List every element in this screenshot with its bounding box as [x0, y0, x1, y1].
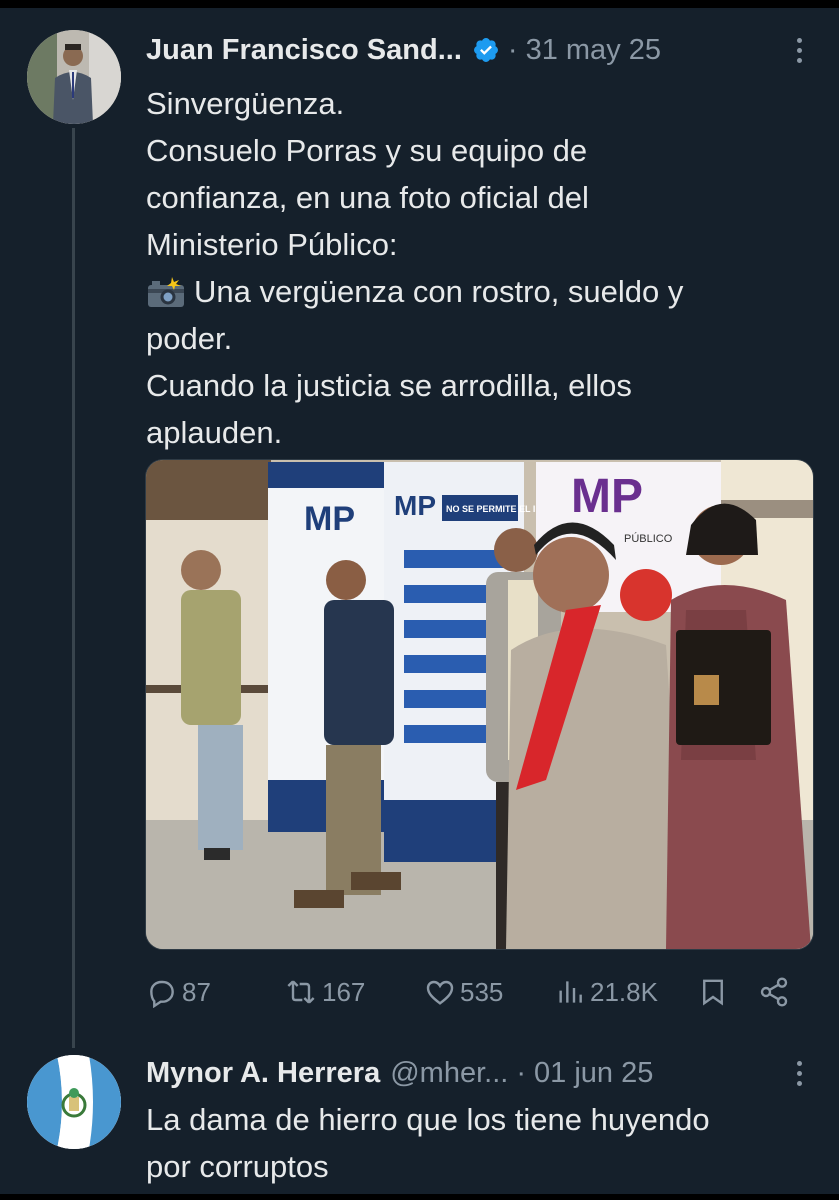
- reply-more-options-icon[interactable]: [783, 1057, 815, 1089]
- banner-mp-right: MP: [571, 470, 643, 523]
- bookmark-button[interactable]: [698, 972, 728, 1012]
- reply-header: Mynor A. Herrera @mher... · 01 jun 25: [146, 1053, 815, 1093]
- reply-date[interactable]: · 01 jun 25: [516, 1057, 653, 1090]
- banner-mp-left: MP: [304, 500, 355, 538]
- tweet-text-line: poder.: [146, 321, 233, 356]
- reply-author-name[interactable]: Mynor A. Herrera: [146, 1057, 380, 1090]
- repost-button[interactable]: 167: [284, 972, 365, 1012]
- views-count: 21.8K: [590, 976, 658, 1007]
- reply-text-line: La dama de hierro que los tiene huyendo: [146, 1102, 710, 1137]
- heart-icon: [426, 980, 454, 1005]
- banner-sub: PÚBLICO: [624, 532, 673, 545]
- tweet-text-line: Ministerio Público:: [146, 227, 398, 262]
- tweet-date[interactable]: · 31 may 25: [508, 34, 661, 67]
- repost-count: 167: [322, 976, 366, 1007]
- camera-with-flash-icon: [148, 277, 184, 307]
- top-edge-bar: [0, 0, 839, 8]
- author-avatar-image: [27, 30, 121, 124]
- tweet-text-line: aplauden.: [146, 415, 283, 450]
- tweet-text-line: confianza, en una foto oficial del: [146, 180, 589, 215]
- tweet-text-line: Sinvergüenza.: [146, 86, 345, 121]
- tweet-text-line-with-emoji: Una vergüenza con rostro, sueldo y: [146, 268, 806, 315]
- like-button[interactable]: 535: [424, 972, 503, 1012]
- tweet-header: Juan Francisco Sand... · 31 may 25: [146, 30, 815, 70]
- share-button[interactable]: [758, 972, 790, 1012]
- tweet-text-line: Cuando la justicia se arrodilla, ellos: [146, 368, 632, 403]
- like-count: 535: [460, 976, 504, 1007]
- bottom-edge-bar: [0, 1194, 839, 1200]
- reply-author-handle[interactable]: @mher...: [390, 1057, 508, 1090]
- more-options-icon[interactable]: [783, 34, 815, 66]
- reply-count: 87: [182, 976, 211, 1007]
- views-chart-icon: [559, 981, 582, 1003]
- tweet-text-line: Una vergüenza con rostro, sueldo y: [194, 274, 684, 309]
- tweet-photo-image: MP MP NO SE PERMITE EL INGRESO MP PÚBLIC…: [146, 460, 813, 949]
- reply-text: La dama de hierro que los tiene huyendo …: [146, 1096, 816, 1190]
- tweet-actions: 87 167 535 21.8K: [146, 972, 796, 1012]
- author-avatar[interactable]: [27, 30, 121, 124]
- repost-icon: [287, 980, 315, 1004]
- thread-connector-line: [72, 128, 75, 1048]
- bookmark-icon: [703, 979, 723, 1006]
- reply-text-line: por corruptos: [146, 1149, 329, 1184]
- tweet-text-line: Consuelo Porras y su equipo de: [146, 133, 588, 168]
- guatemala-flag-avatar-image: [27, 1055, 121, 1149]
- tweet-photo[interactable]: MP MP NO SE PERMITE EL INGRESO MP PÚBLIC…: [145, 459, 814, 950]
- views-button[interactable]: 21.8K: [554, 972, 658, 1012]
- tweet-text: Sinvergüenza. Consuelo Porras y su equip…: [146, 80, 806, 456]
- reply-icon: [150, 980, 174, 1008]
- reply-author-avatar[interactable]: [27, 1055, 121, 1149]
- author-name[interactable]: Juan Francisco Sand...: [146, 34, 462, 67]
- reply-button[interactable]: 87: [146, 972, 211, 1012]
- share-icon: [760, 977, 788, 1007]
- banner-mp-middle: MP: [394, 490, 436, 521]
- verified-badge-icon: [473, 38, 498, 62]
